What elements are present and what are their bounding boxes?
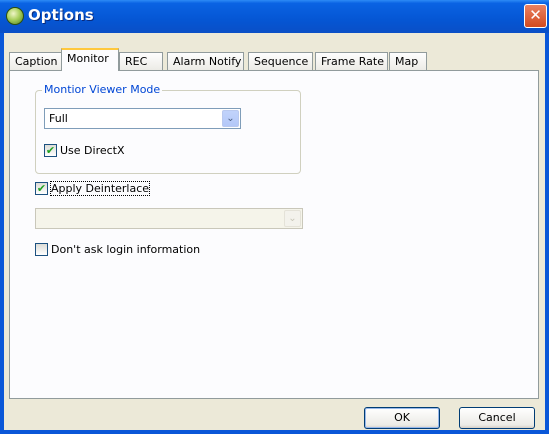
monitor-tab-panel: Montior Viewer Mode Full ⌄ ✔ Use DirectX… (9, 70, 539, 399)
cancel-button[interactable]: Cancel (459, 407, 535, 429)
tab-rec[interactable]: REC (119, 52, 163, 70)
monitor-viewer-mode-group: Montior Viewer Mode Full ⌄ ✔ Use DirectX (35, 83, 301, 174)
dialog-client: Caption Monitor REC Alarm Notify Sequenc… (4, 33, 545, 430)
chevron-down-icon[interactable]: ⌄ (222, 110, 239, 127)
apply-deinterlace-checkbox[interactable]: ✔ Apply Deinterlace (35, 181, 165, 197)
deinterlace-mode-select: ⌄ (35, 208, 303, 229)
viewer-mode-value: Full (49, 112, 68, 125)
title-bar[interactable]: Options ✕ (0, 0, 549, 33)
options-dialog: Options ✕ Caption Monitor REC Alarm Noti… (0, 0, 549, 434)
group-label: Montior Viewer Mode (42, 83, 163, 96)
checkmark-icon[interactable]: ✔ (44, 144, 57, 157)
window-title: Options (28, 6, 94, 24)
use-directx-label: Use DirectX (60, 144, 125, 157)
empty-checkbox-icon[interactable] (35, 243, 48, 256)
checkmark-icon[interactable]: ✔ (35, 182, 48, 195)
chevron-down-icon: ⌄ (284, 210, 301, 227)
tab-frame-rate[interactable]: Frame Rate (315, 52, 388, 70)
app-logo-icon (6, 7, 24, 25)
ok-button[interactable]: OK (364, 407, 440, 429)
viewer-mode-select[interactable]: Full ⌄ (44, 108, 241, 129)
tab-map[interactable]: Map (389, 52, 427, 70)
tab-alarm-notify[interactable]: Alarm Notify (167, 52, 244, 70)
tab-sequence[interactable]: Sequence (248, 52, 313, 70)
dont-ask-login-checkbox[interactable]: Don't ask login information (35, 242, 235, 258)
dont-ask-login-label: Don't ask login information (51, 243, 201, 256)
tab-monitor[interactable]: Monitor (61, 48, 119, 71)
tab-caption[interactable]: Caption (9, 52, 62, 70)
apply-deinterlace-label: Apply Deinterlace (49, 181, 151, 196)
close-button[interactable]: ✕ (524, 4, 547, 28)
use-directx-checkbox[interactable]: ✔ Use DirectX (44, 143, 164, 159)
